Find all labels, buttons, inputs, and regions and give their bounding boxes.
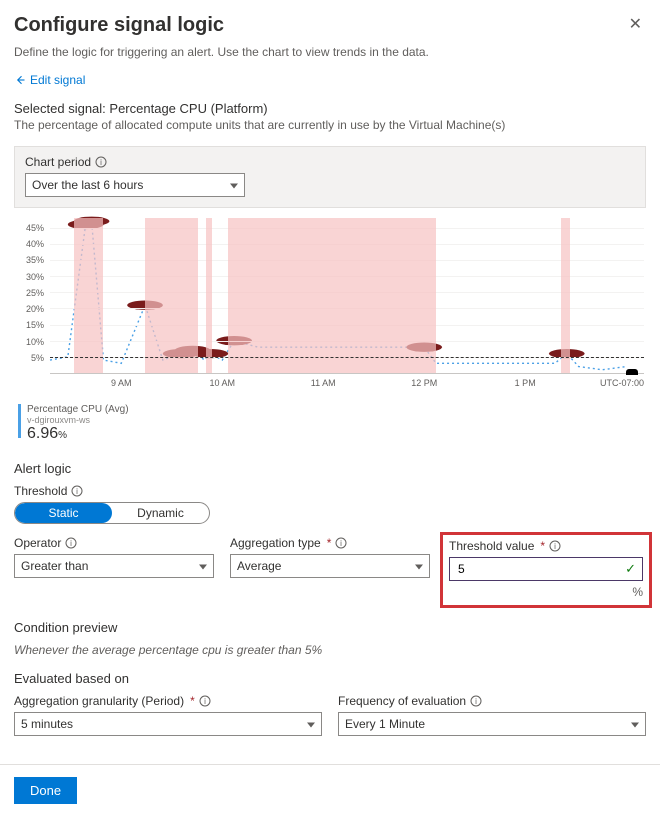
edit-signal-label: Edit signal <box>30 73 85 87</box>
svg-text:i: i <box>204 697 206 706</box>
legend-metric: Percentage CPU (Avg) <box>27 404 129 415</box>
threshold-dynamic-option[interactable]: Dynamic <box>112 503 209 523</box>
threshold-value-unit: % <box>449 585 643 599</box>
chart-period-box: Chart period i Over the last 6 hours <box>14 146 646 208</box>
legend-resource: v-dgirouxvm-ws <box>27 415 129 425</box>
condition-preview-heading: Condition preview <box>14 620 646 635</box>
edit-signal-link[interactable]: Edit signal <box>14 73 85 87</box>
info-icon[interactable]: i <box>95 156 107 168</box>
threshold-label: Threshold i <box>14 484 646 498</box>
info-icon[interactable]: i <box>335 537 347 549</box>
frequency-select[interactable]: Every 1 Minute <box>338 712 646 736</box>
check-icon: ✓ <box>625 561 636 577</box>
svg-text:i: i <box>341 539 343 548</box>
info-icon[interactable]: i <box>65 537 77 549</box>
condition-preview-text: Whenever the average percentage cpu is g… <box>14 643 646 657</box>
aggregation-granularity-select[interactable]: 5 minutes <box>14 712 322 736</box>
operator-label: Operator i <box>14 536 214 550</box>
info-icon[interactable]: i <box>470 695 482 707</box>
arrow-left-icon <box>14 74 26 86</box>
chart-legend: Percentage CPU (Avg) v-dgirouxvm-ws 6.96… <box>18 404 646 443</box>
chart-period-select[interactable]: Over the last 6 hours <box>25 173 245 197</box>
aggregation-type-select[interactable]: Average <box>230 554 430 578</box>
svg-text:i: i <box>100 158 102 167</box>
threshold-value-input[interactable]: ✓ <box>449 557 643 581</box>
info-icon[interactable]: i <box>199 695 211 707</box>
done-button[interactable]: Done <box>14 777 77 804</box>
svg-text:i: i <box>70 539 72 548</box>
page-subtext: Define the logic for triggering an alert… <box>14 45 646 59</box>
close-icon[interactable]: ✕ <box>625 10 646 38</box>
threshold-value-highlight: Threshold value* i ✓ % <box>440 532 652 608</box>
threshold-value-field[interactable] <box>456 561 618 577</box>
signal-chart: 5%10%15%20%25%30%35%40%45% UTC-07:009 AM… <box>14 218 646 398</box>
threshold-static-option[interactable]: Static <box>15 503 112 523</box>
legend-value: 6.96 <box>27 425 58 442</box>
aggregation-granularity-label: Aggregation granularity (Period)* i <box>14 694 322 708</box>
frequency-label: Frequency of evaluation i <box>338 694 646 708</box>
aggregation-type-label: Aggregation type* i <box>230 536 430 550</box>
selected-signal-desc: The percentage of allocated compute unit… <box>14 118 646 132</box>
legend-unit: % <box>58 430 67 441</box>
svg-text:i: i <box>554 542 556 551</box>
info-icon[interactable]: i <box>549 540 561 552</box>
evaluated-based-on-heading: Evaluated based on <box>14 671 646 686</box>
selected-signal-label: Selected signal: Percentage CPU (Platfor… <box>14 101 646 116</box>
operator-select[interactable]: Greater than <box>14 554 214 578</box>
threshold-value-label: Threshold value* i <box>449 539 643 553</box>
page-title: Configure signal logic <box>14 14 224 37</box>
info-icon[interactable]: i <box>71 485 83 497</box>
alert-logic-heading: Alert logic <box>14 461 646 476</box>
chart-timezone: UTC-07:00 <box>600 378 644 388</box>
chart-period-label: Chart period i <box>25 155 635 169</box>
svg-text:i: i <box>475 697 477 706</box>
threshold-toggle[interactable]: Static Dynamic <box>14 502 210 524</box>
svg-text:i: i <box>76 487 78 496</box>
